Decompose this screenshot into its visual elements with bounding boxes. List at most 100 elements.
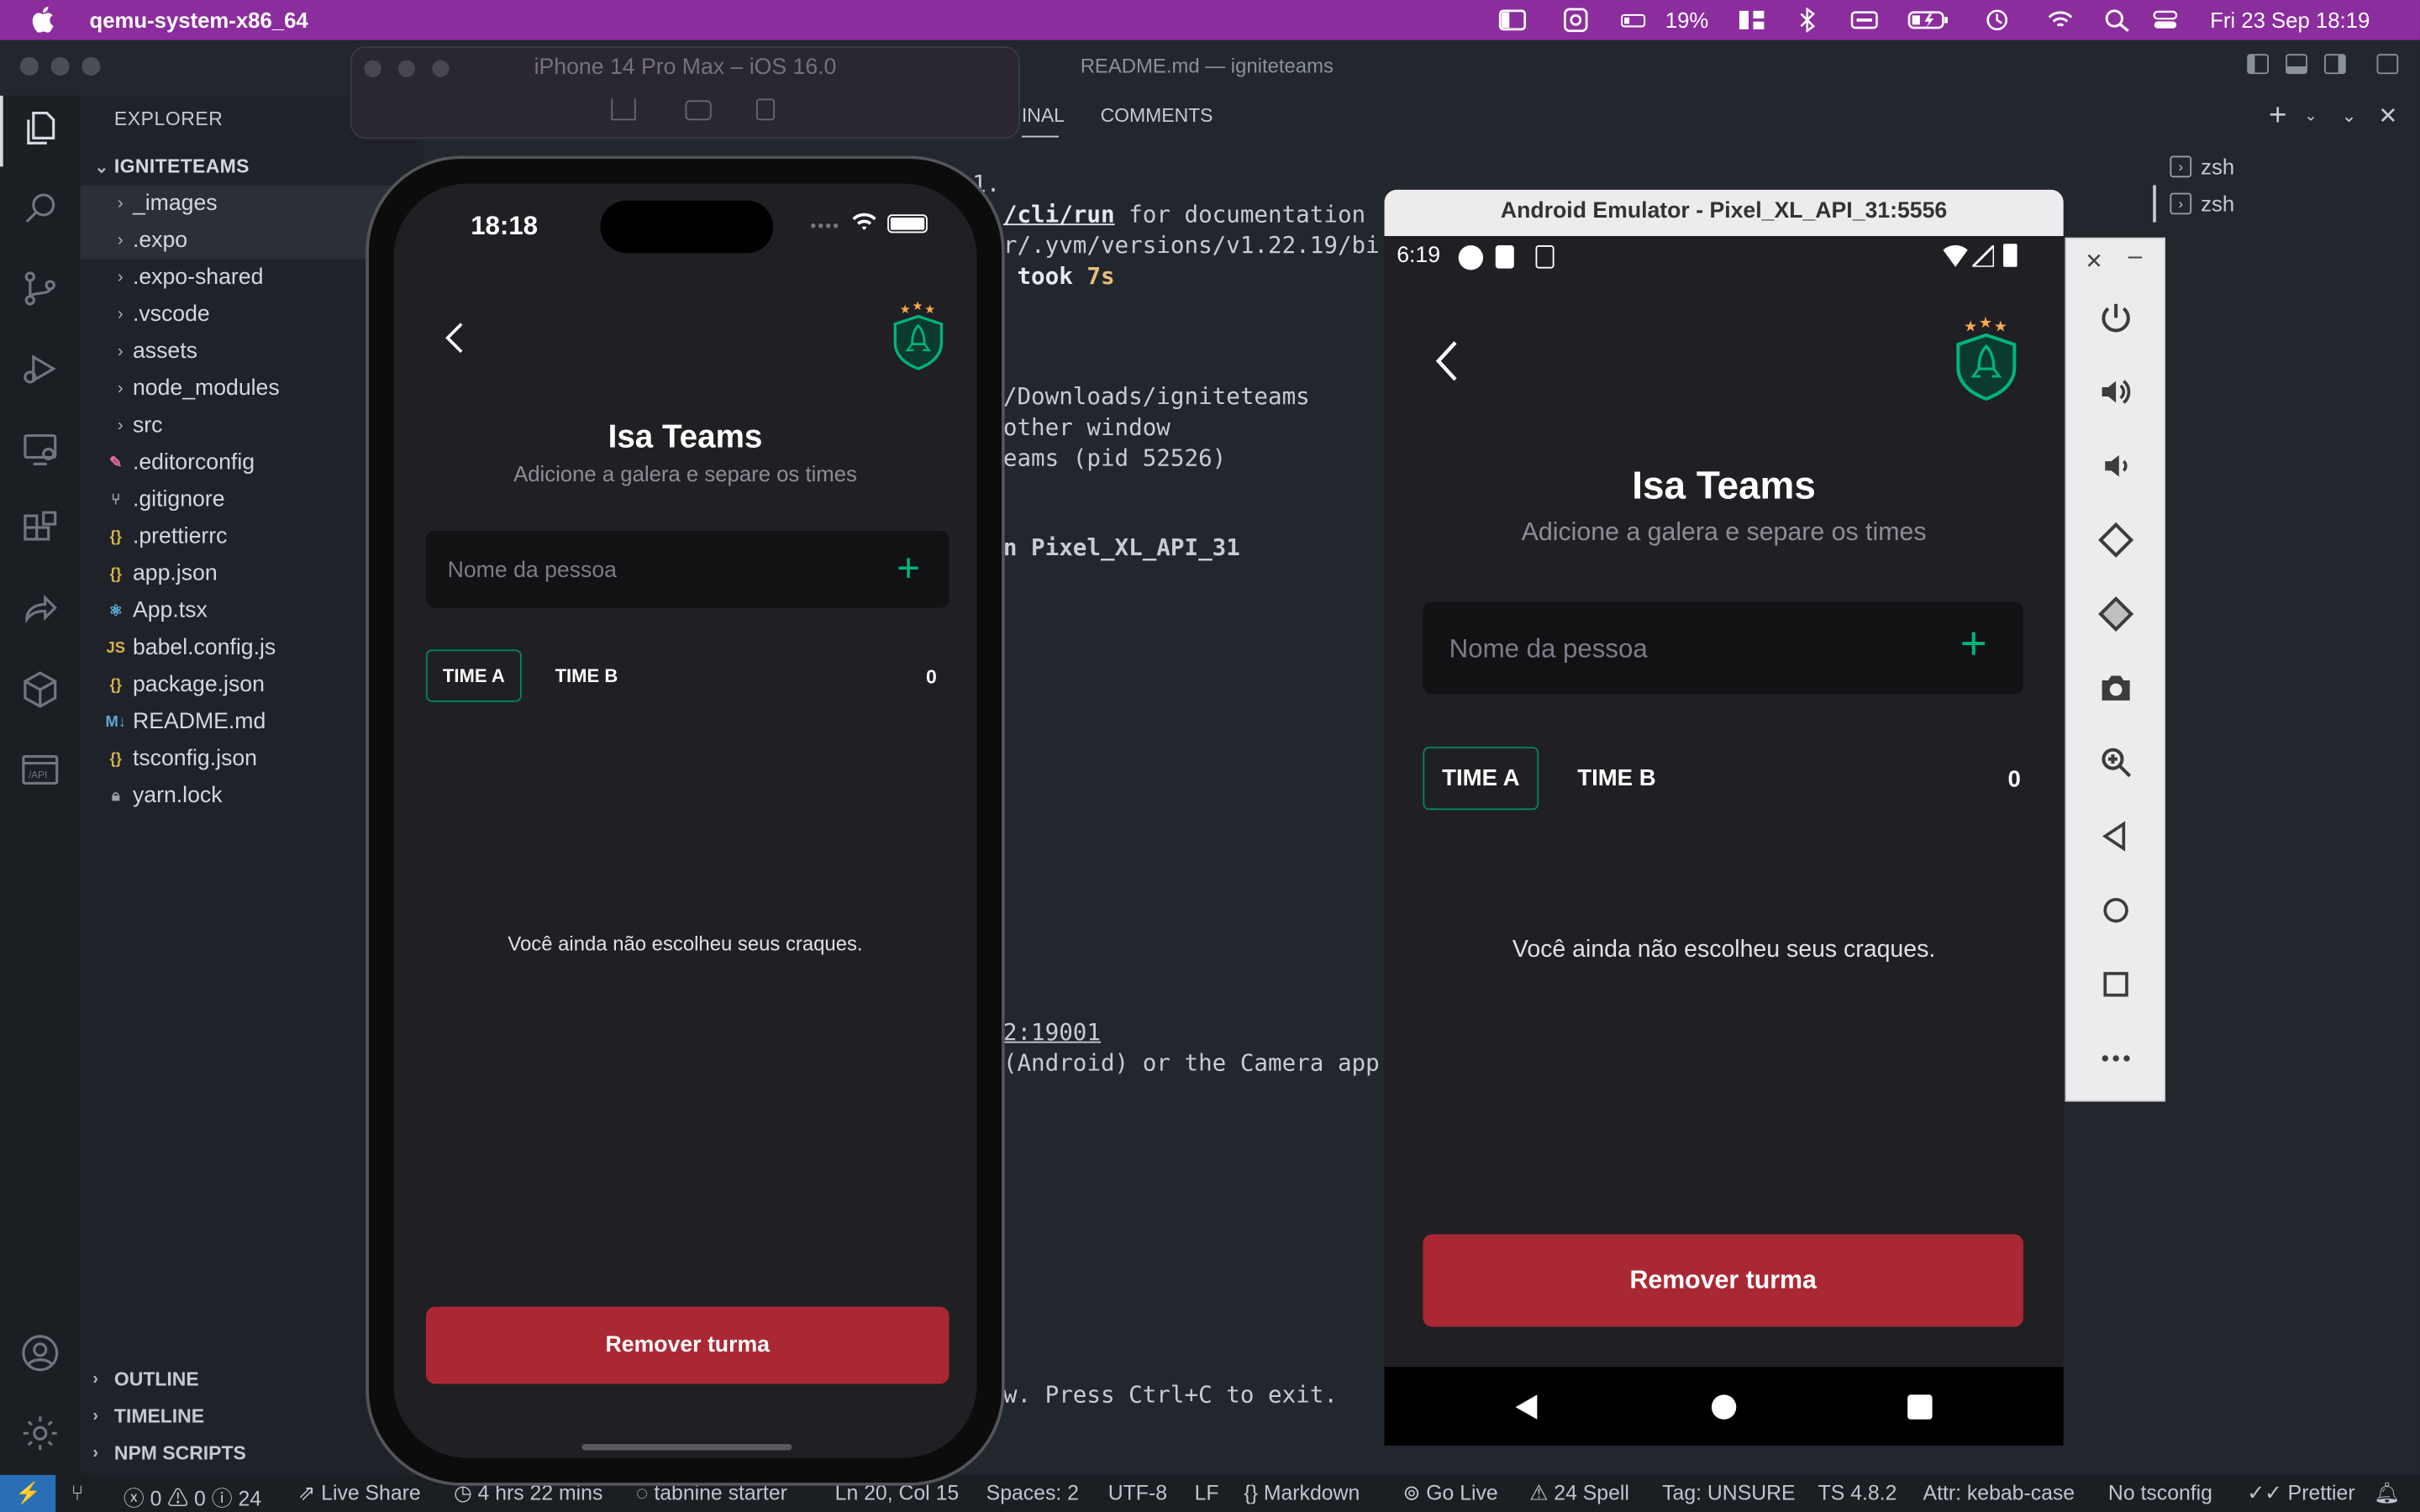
add-person-button[interactable]: +: [1960, 619, 1987, 671]
language-mode[interactable]: {} Markdown: [1244, 1481, 1360, 1504]
remote-explorer-icon[interactable]: [17, 426, 63, 472]
rotate-icon[interactable]: [755, 98, 776, 121]
tab-terminal[interactable]: INAL: [1022, 105, 1065, 127]
minimize-window-button[interactable]: [50, 56, 70, 76]
typescript-version[interactable]: TS 4.8.2: [1818, 1481, 1897, 1504]
keyboard-icon[interactable]: [1849, 8, 1880, 32]
back-chevron-icon[interactable]: [1431, 338, 1465, 384]
root-folder-label: IGNITETEAMS: [113, 155, 250, 178]
timeline-section[interactable]: › TIMELINE: [92, 1405, 204, 1427]
file-name: src: [132, 413, 163, 438]
new-terminal-icon[interactable]: +: [2269, 99, 2286, 134]
toggle-panel-icon[interactable]: [2286, 54, 2307, 75]
spell-check[interactable]: ⚠ 24 Spell: [1529, 1481, 1629, 1505]
toggle-secondary-sidebar-icon[interactable]: [2324, 54, 2346, 75]
customize-layout-icon[interactable]: [2376, 54, 2399, 75]
add-person-button[interactable]: +: [897, 544, 920, 592]
apple-logo-icon[interactable]: [31, 6, 55, 33]
nav-home-icon[interactable]: [1711, 1394, 1737, 1420]
power-icon[interactable]: [2096, 297, 2136, 338]
live-share-icon[interactable]: [17, 586, 63, 633]
zoom-icon[interactable]: [2096, 742, 2136, 782]
more-options-icon[interactable]: [2096, 1038, 2136, 1079]
rotate-right-icon[interactable]: [2096, 594, 2136, 634]
rotate-left-icon[interactable]: [2096, 520, 2136, 560]
nav-back-icon[interactable]: [1512, 1394, 1540, 1421]
go-live-label: Go Live: [1426, 1481, 1498, 1504]
terminal-link[interactable]: /cli/run: [1003, 201, 1115, 228]
file-name: App.tsx: [132, 598, 208, 624]
nav-recents-icon[interactable]: [1907, 1394, 1933, 1420]
battery-percent[interactable]: 19%: [1662, 8, 1712, 32]
stage-manager-icon[interactable]: [1736, 8, 1767, 32]
simulator-title: iPhone 14 Pro Max – iOS 16.0: [534, 55, 837, 81]
tab-time-b[interactable]: TIME B: [544, 649, 628, 701]
terminal-dropdown-icon[interactable]: ⌄: [2304, 108, 2317, 125]
volume-up-icon[interactable]: [2096, 372, 2136, 412]
line-ending[interactable]: LF: [1195, 1481, 1219, 1504]
tab-time-a[interactable]: TIME A: [425, 649, 522, 702]
tab-time-b[interactable]: TIME B: [1566, 747, 1666, 810]
active-app-name[interactable]: qemu-system-x86_64: [90, 8, 308, 32]
run-debug-icon[interactable]: [17, 345, 63, 391]
docker-icon[interactable]: [17, 666, 63, 712]
chevron-right-icon: ›: [117, 268, 124, 287]
zoom-window-button[interactable]: [82, 56, 101, 76]
tsconfig-status[interactable]: No tsconfig: [2108, 1481, 2212, 1504]
explorer-icon[interactable]: [17, 105, 63, 151]
live-share-status[interactable]: ⇗ Live Share: [297, 1481, 420, 1505]
sidebar-icon[interactable]: [1497, 8, 1528, 32]
home-icon[interactable]: [2096, 890, 2136, 931]
indentation[interactable]: Spaces: 2: [986, 1481, 1079, 1504]
battery-status-icon[interactable]: [1618, 8, 1651, 32]
extensions-icon[interactable]: [17, 506, 63, 552]
ios-simulator-toolbar: iPhone 14 Pro Max – iOS 16.0: [350, 46, 1021, 139]
tag-status[interactable]: Tag: UNSURE: [1662, 1481, 1795, 1504]
maximize-panel-icon[interactable]: ⌄: [2341, 105, 2356, 127]
terminal-tab-zsh-2[interactable]: › zsh: [2170, 192, 2234, 216]
page-subtitle: Adicione a galera e separe os times: [1521, 518, 1927, 547]
screenshot-icon[interactable]: [685, 100, 712, 121]
control-center-icon[interactable]: [2149, 8, 2182, 32]
emulator-minimize-icon[interactable]: –: [2128, 244, 2142, 271]
back-chevron-icon[interactable]: [439, 319, 471, 356]
overview-icon[interactable]: [2096, 964, 2136, 1005]
close-panel-icon[interactable]: ✕: [2378, 102, 2397, 129]
screen-mirroring-icon[interactable]: [1560, 8, 1591, 33]
bluetooth-icon[interactable]: [1793, 8, 1821, 33]
back-icon[interactable]: [2096, 816, 2136, 857]
outline-section[interactable]: › OUTLINE: [92, 1368, 198, 1390]
time-machine-icon[interactable]: [1981, 8, 2012, 32]
problems-indicator[interactable]: ⓧ 0 ⚠ 0 ⓘ 24: [124, 1481, 261, 1512]
tab-comments[interactable]: COMMENTS: [1101, 105, 1213, 127]
toggle-primary-sidebar-icon[interactable]: [2247, 54, 2269, 75]
tab-time-a[interactable]: TIME A: [1423, 746, 1539, 811]
go-live-button[interactable]: ⊚ Go Live: [1403, 1481, 1498, 1505]
npm-scripts-section[interactable]: › NPM SCRIPTS: [92, 1442, 246, 1464]
remove-team-button[interactable]: Remover turma: [1423, 1234, 2023, 1327]
menubar-clock[interactable]: Fri 23 Sep 18:19: [2210, 8, 2411, 32]
wifi-icon[interactable]: [2044, 8, 2077, 32]
home-icon[interactable]: [611, 98, 636, 121]
branch-icon[interactable]: ⑂: [71, 1481, 83, 1504]
root-folder[interactable]: ⌄ IGNITETEAMS: [81, 148, 424, 185]
battery-charging-icon[interactable]: [1907, 8, 1950, 32]
notifications-bell-icon[interactable]: 🔔︎: [2374, 1481, 2400, 1505]
terminal-tab-zsh-1[interactable]: › zsh: [2170, 155, 2234, 179]
prettier-status[interactable]: ✓✓ Prettier: [2247, 1481, 2354, 1505]
settings-gear-icon[interactable]: [17, 1410, 63, 1457]
attr-case[interactable]: Attr: kebab-case: [1923, 1481, 2075, 1504]
close-window-button[interactable]: [19, 56, 39, 76]
encoding[interactable]: UTF-8: [1108, 1481, 1167, 1504]
camera-icon[interactable]: [2096, 668, 2136, 708]
accounts-icon[interactable]: [17, 1330, 63, 1376]
person-name-input[interactable]: Nome da pessoa: [1423, 601, 2023, 695]
search-icon[interactable]: [17, 185, 63, 231]
api-client-icon[interactable]: /API: [17, 747, 63, 793]
emulator-close-icon[interactable]: ✕: [2085, 249, 2103, 275]
person-name-input[interactable]: Nome da pessoa: [425, 530, 950, 608]
source-control-icon[interactable]: [17, 265, 63, 312]
remove-team-button[interactable]: Remover turma: [425, 1306, 950, 1384]
spotlight-search-icon[interactable]: [2102, 8, 2133, 33]
volume-down-icon[interactable]: [2096, 446, 2136, 486]
